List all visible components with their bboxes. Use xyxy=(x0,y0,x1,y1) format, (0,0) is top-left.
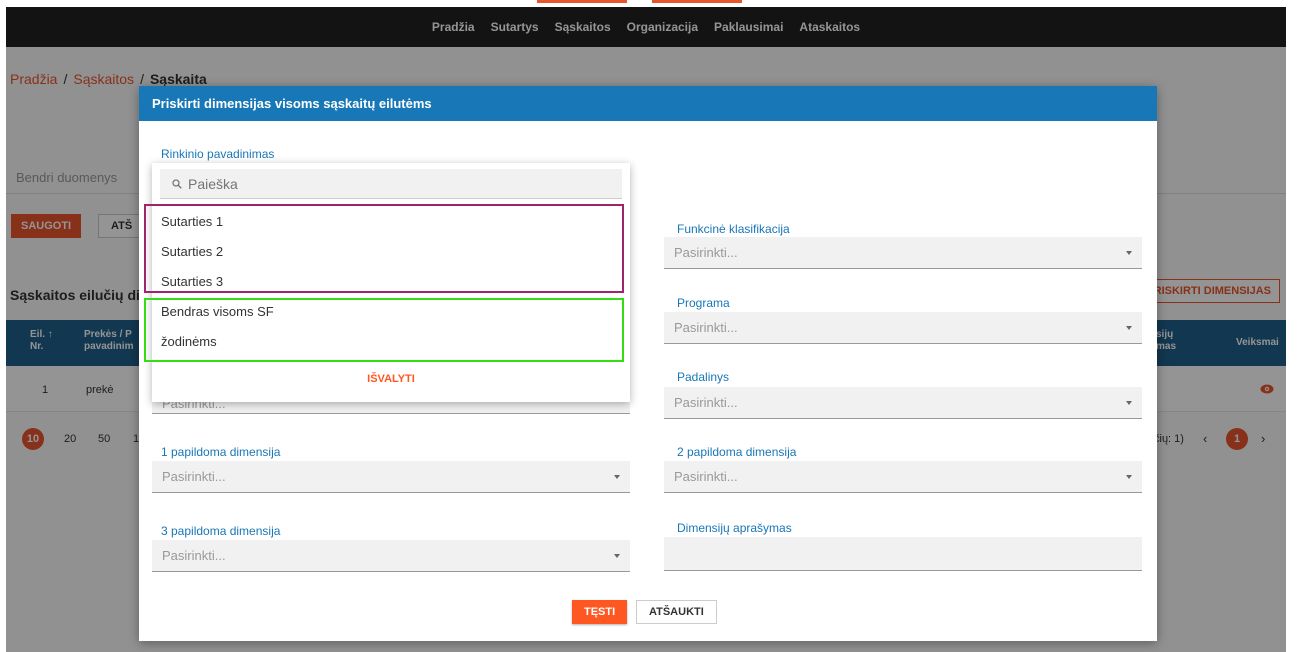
unit-select[interactable]: Pasirinkti... xyxy=(664,387,1142,419)
set-name-label: Rinkinio pavadinimas xyxy=(161,147,275,161)
extra-dimension-1-select[interactable]: Pasirinkti... xyxy=(152,461,630,493)
extra-dimension-3-label: 3 papildoma dimensija xyxy=(161,524,281,538)
functional-classification-value: Pasirinkti... xyxy=(674,245,738,260)
functional-classification-select[interactable]: Pasirinkti... xyxy=(664,237,1142,269)
dropdown-option[interactable]: Sutarties 2 xyxy=(161,244,223,259)
dropdown-option[interactable]: žodinėms xyxy=(161,334,217,349)
chevron-down-icon xyxy=(614,475,620,479)
program-select[interactable]: Pasirinkti... xyxy=(664,312,1142,344)
search-icon xyxy=(172,178,182,189)
extra-dimension-3-value: Pasirinkti... xyxy=(162,548,226,563)
clear-button[interactable]: IŠVALYTI xyxy=(152,373,630,385)
chevron-down-icon xyxy=(614,554,620,558)
dropdown-option[interactable]: Sutarties 1 xyxy=(161,214,223,229)
extra-dimension-2-value: Pasirinkti... xyxy=(674,469,738,484)
extra-dimension-1-label: 1 papildoma dimensija xyxy=(161,445,281,459)
dropdown-option[interactable]: Bendras visoms SF xyxy=(161,304,274,319)
chevron-down-icon xyxy=(1126,401,1132,405)
search-input[interactable] xyxy=(188,175,608,192)
program-label: Programa xyxy=(677,296,730,310)
top-accent-left xyxy=(537,0,627,3)
top-accent-right xyxy=(652,0,742,3)
set-name-dropdown: Sutarties 1 Sutarties 2 Sutarties 3 Bend… xyxy=(144,163,630,402)
extra-dimension-2-select[interactable]: Pasirinkti... xyxy=(664,461,1142,493)
unit-value: Pasirinkti... xyxy=(674,395,738,410)
dimensions-description-label: Dimensijų aprašymas xyxy=(677,521,792,535)
unit-label: Padalinys xyxy=(677,370,730,384)
modal-title: Priskirti dimensijas visoms sąskaitų eil… xyxy=(139,86,1157,121)
chevron-down-icon xyxy=(1126,251,1132,255)
extra-dimension-1-value: Pasirinkti... xyxy=(162,469,226,484)
program-value: Pasirinkti... xyxy=(674,320,738,335)
functional-classification-label: Funkcinė klasifikacija xyxy=(677,222,790,236)
continue-button[interactable]: TĘSTI xyxy=(572,600,628,624)
chevron-down-icon xyxy=(1126,326,1132,330)
dimensions-description-input[interactable] xyxy=(664,537,1142,571)
extra-dimension-2-label: 2 papildoma dimensija xyxy=(677,445,797,459)
extra-dimension-3-select[interactable]: Pasirinkti... xyxy=(152,540,630,572)
dropdown-search xyxy=(160,169,622,199)
modal-cancel-button[interactable]: ATŠAUKTI xyxy=(636,600,717,624)
dropdown-option[interactable]: Sutarties 3 xyxy=(161,274,223,289)
chevron-down-icon xyxy=(1126,475,1132,479)
assign-dimensions-modal: Priskirti dimensijas visoms sąskaitų eil… xyxy=(139,86,1157,641)
